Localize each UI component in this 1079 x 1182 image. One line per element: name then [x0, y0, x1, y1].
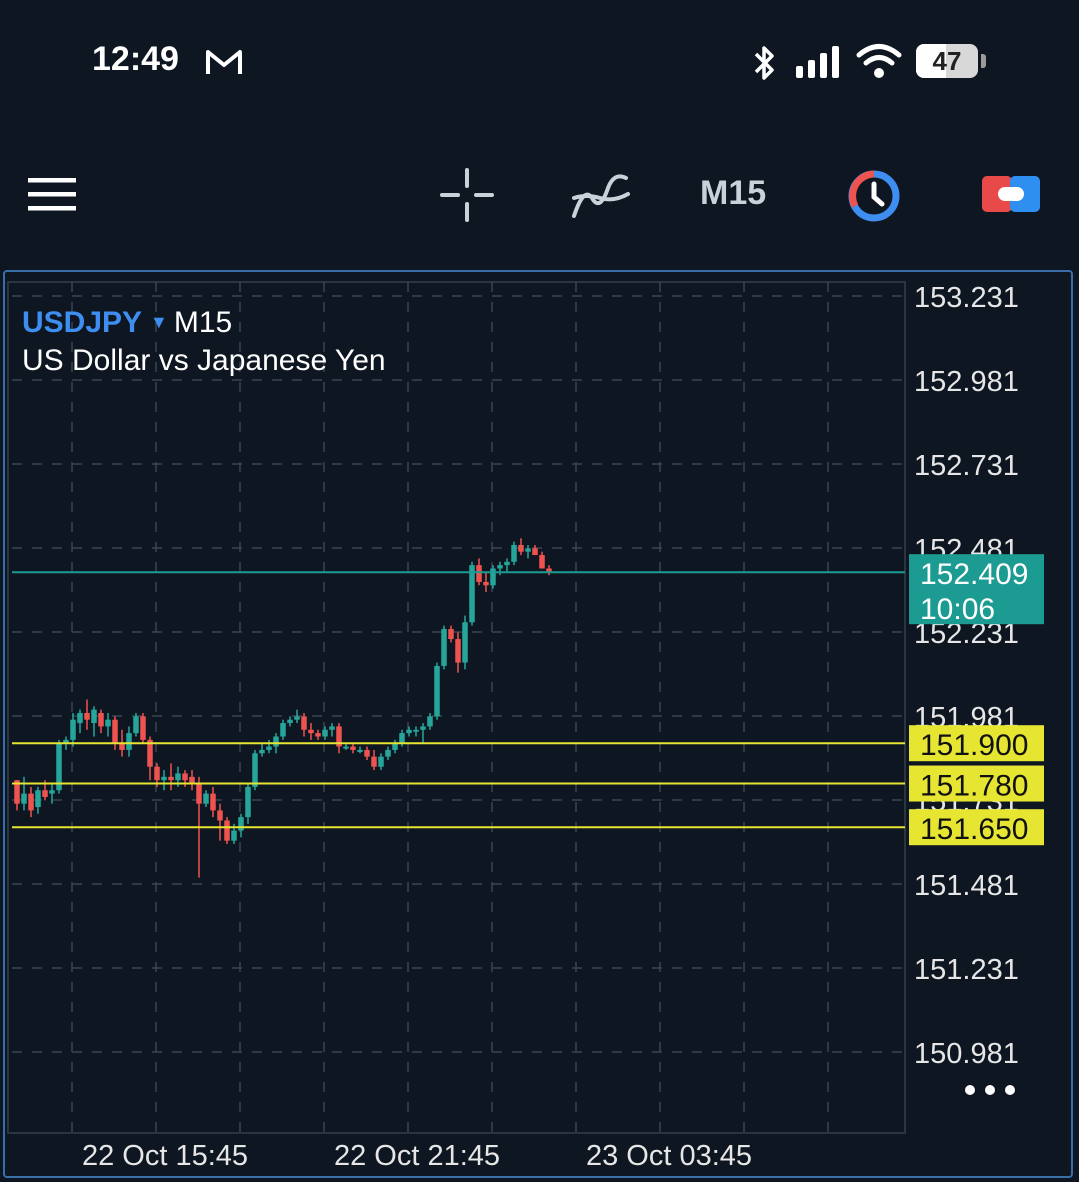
x-tick-label: 22 Oct 15:45: [82, 1140, 248, 1172]
candle-body: [84, 712, 90, 720]
candle-body: [371, 756, 377, 767]
candle-body: [294, 716, 300, 720]
candle-body: [35, 790, 41, 808]
candle-body: [140, 716, 146, 740]
level-label: 151.900: [920, 729, 1028, 762]
candle-body: [455, 639, 461, 663]
candle-countdown-label: 10:06: [920, 593, 995, 626]
candle-body: [378, 756, 384, 767]
candle-body: [511, 544, 517, 562]
candle-body: [483, 581, 489, 586]
candle-body: [322, 729, 328, 737]
candle-body: [238, 817, 244, 831]
candle-body: [280, 723, 286, 737]
candle-body: [133, 716, 139, 734]
y-tick-label: 152.981: [914, 366, 1019, 398]
candle-body: [399, 733, 405, 744]
candle-body: [504, 561, 510, 566]
candle-body: [28, 793, 34, 811]
candle-body: [49, 790, 55, 794]
candle-body: [350, 746, 356, 750]
candle-body: [42, 790, 48, 797]
candle-body: [308, 729, 314, 734]
candle-body: [539, 555, 545, 569]
symbol-selector[interactable]: USDJPY: [22, 306, 142, 339]
candle-body: [448, 628, 454, 640]
candle-body: [427, 716, 433, 727]
x-tick-label: 23 Oct 03:45: [586, 1140, 752, 1172]
level-label: 151.780: [920, 770, 1028, 803]
candle-body: [385, 749, 391, 757]
candle-body: [413, 729, 419, 732]
candle-body: [273, 736, 279, 747]
current-price-label: 152.409: [920, 558, 1028, 591]
candle-body: [462, 622, 468, 663]
candle-body: [287, 719, 293, 724]
candle-body: [161, 776, 167, 781]
candle-body: [196, 783, 202, 804]
candle-body: [392, 743, 398, 750]
candle-body: [91, 709, 97, 724]
symbol-description: US Dollar vs Japanese Yen: [22, 344, 386, 377]
y-tick-label: 152.731: [914, 450, 1019, 482]
candle-body: [70, 719, 76, 740]
candle-body: [490, 568, 496, 586]
candle-body: [112, 719, 118, 744]
candle-body: [217, 810, 223, 821]
candle-body: [476, 565, 482, 582]
candle-body: [105, 719, 111, 727]
y-tick-label: 150.981: [914, 1038, 1019, 1070]
candle-body: [357, 749, 363, 752]
candle-body: [126, 733, 132, 750]
candle-body: [518, 544, 524, 552]
candle-body: [497, 565, 503, 569]
candle-body: [364, 749, 370, 757]
plot-area-border: [7, 281, 906, 1134]
candle-body: [441, 628, 447, 666]
candle-body: [175, 773, 181, 781]
y-tick-label: 153.231: [914, 282, 1019, 314]
candle-body: [301, 716, 307, 730]
candle-body: [434, 665, 440, 717]
candle-body: [266, 746, 272, 750]
candle-body: [119, 743, 125, 750]
more-options-icon[interactable]: [960, 1080, 1020, 1100]
symbol-header: USDJPY ▼ M15: [22, 306, 232, 340]
candle-body: [77, 712, 83, 724]
candle-body: [231, 830, 237, 841]
candle-body: [203, 793, 209, 804]
y-tick-label: 151.231: [914, 954, 1019, 986]
candle-body: [329, 726, 335, 730]
price-chart[interactable]: 153.231152.981152.731152.481152.231151.9…: [0, 0, 1079, 1182]
candle-body: [182, 773, 188, 781]
candle-body: [210, 793, 216, 811]
candle-body: [469, 565, 475, 623]
candle-body: [98, 712, 104, 727]
candle-body: [420, 726, 426, 730]
candle-body: [21, 793, 27, 804]
candle-body: [532, 548, 538, 556]
candle-body: [252, 753, 258, 787]
y-tick-label: 151.481: [914, 870, 1019, 902]
candle-body: [154, 766, 160, 781]
candle-body: [224, 820, 230, 841]
candle-body: [315, 733, 321, 737]
candle-body: [168, 776, 174, 781]
candle-body: [343, 746, 349, 749]
symbol-timeframe: M15: [173, 306, 233, 339]
candle-body: [525, 548, 531, 552]
x-tick-label: 22 Oct 21:45: [334, 1140, 500, 1172]
candle-body: [245, 786, 251, 818]
candle-body: [189, 776, 195, 784]
candle-body: [406, 729, 412, 734]
candle-body: [259, 749, 265, 754]
level-label: 151.650: [920, 813, 1028, 846]
dropdown-arrow-icon[interactable]: ▼: [150, 312, 168, 332]
